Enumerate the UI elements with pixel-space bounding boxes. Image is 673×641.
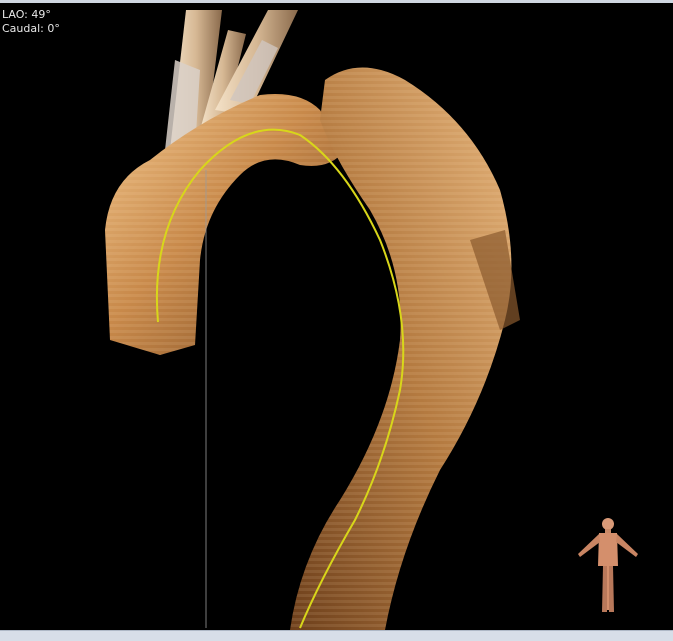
human-figure-orientation-icon[interactable] — [578, 518, 638, 612]
volume-render-canvas[interactable] — [0, 0, 673, 630]
lao-angle-label: LAO: 49° — [2, 8, 51, 21]
3d-volume-viewport[interactable]: LAO: 49° Caudal: 0° — [0, 0, 673, 630]
aortic-arch-icon — [105, 94, 345, 355]
caudal-angle-label: Caudal: 0° — [2, 22, 60, 35]
view-angle-readout: LAO: 49° Caudal: 0° — [2, 8, 60, 36]
status-bar — [0, 630, 673, 641]
